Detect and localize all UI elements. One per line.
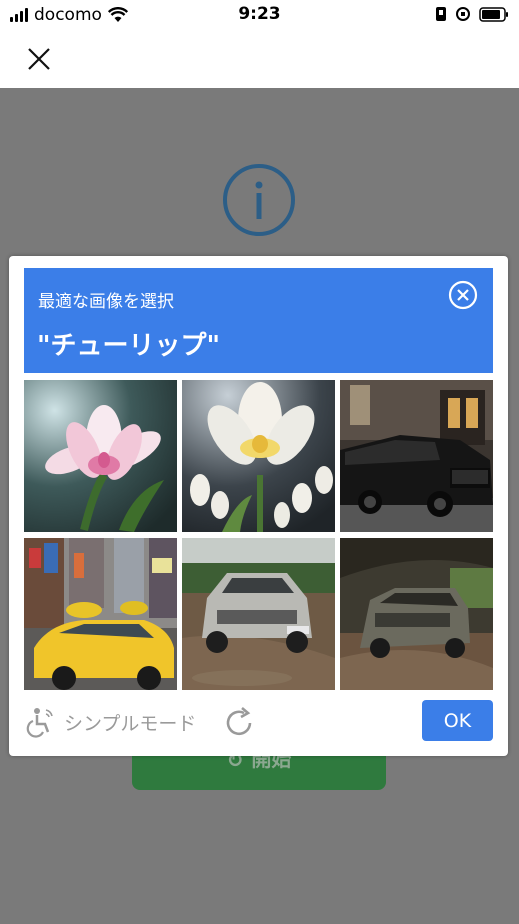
- close-icon[interactable]: [26, 46, 52, 72]
- image-tile-1[interactable]: [24, 380, 177, 532]
- prompt-label: 最適な画像を選択: [38, 292, 174, 312]
- captcha-dialog: 最適な画像を選択 "チューリップ" シンプルモード OK: [9, 256, 508, 756]
- refresh-icon[interactable]: [222, 706, 256, 740]
- status-right: [435, 6, 509, 22]
- image-tile-6[interactable]: [340, 538, 493, 690]
- accessibility-icon[interactable]: [24, 706, 56, 738]
- image-tile-4[interactable]: [24, 538, 177, 690]
- target-word: "チューリップ": [37, 331, 221, 361]
- portrait-lock-icon: [436, 7, 446, 21]
- captcha-header: 最適な画像を選択 "チューリップ": [24, 268, 493, 373]
- image-tile-5[interactable]: [182, 538, 335, 690]
- image-tile-2[interactable]: [182, 380, 335, 532]
- battery-icon: [479, 6, 508, 22]
- captcha-footer: シンプルモード OK: [24, 696, 493, 744]
- image-tile-3[interactable]: [340, 380, 493, 532]
- info-icon: [223, 164, 295, 236]
- nav-bar: [0, 30, 519, 88]
- simple-mode-link[interactable]: シンプルモード: [64, 709, 196, 736]
- status-bar: docomo 9:23: [0, 0, 519, 30]
- image-grid: [24, 380, 493, 691]
- rotation-lock-icon: [456, 7, 470, 21]
- close-circle-icon[interactable]: [448, 280, 478, 310]
- ok-button[interactable]: OK: [422, 700, 493, 741]
